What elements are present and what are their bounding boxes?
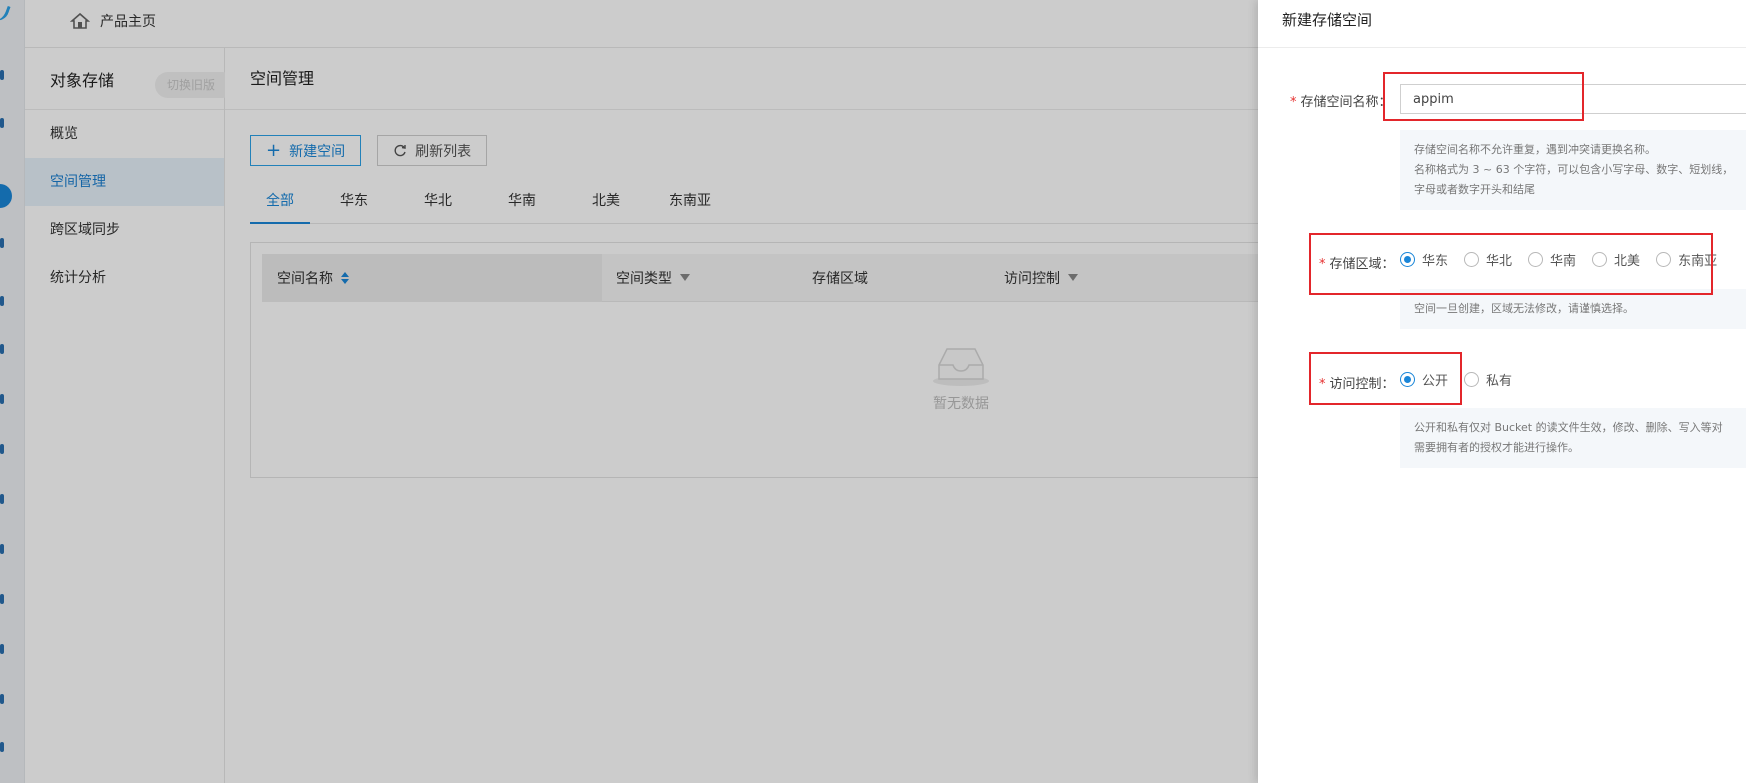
- radio-icon: [1464, 372, 1480, 387]
- access-control-hint-line: 需要拥有者的授权才能进行操作。: [1414, 441, 1579, 454]
- acl-radio-private[interactable]: 私有: [1464, 370, 1512, 389]
- access-control-hint-line: 公开和私有仅对 Bucket 的读文件生效，修改、删除、写入等对: [1414, 421, 1723, 434]
- bucket-name-hint-line: 字母或者数字开头和结尾: [1414, 183, 1535, 196]
- bucket-name-label-text: 存储空间名称：: [1300, 95, 1392, 110]
- modal-mask[interactable]: [0, 0, 1258, 783]
- highlight-box-name: [1383, 72, 1584, 121]
- storage-region-hint-line: 空间一旦创建，区域无法修改，请谨慎选择。: [1414, 302, 1634, 315]
- acl-option-label: 私有: [1486, 374, 1513, 389]
- access-control-hint: 公开和私有仅对 Bucket 的读文件生效，修改、删除、写入等对 需要拥有者的授…: [1400, 408, 1746, 468]
- drawer-title: 新建存储空间: [1258, 0, 1746, 48]
- bucket-name-hint-line: 存储空间名称不允许重复，遇到冲突请更换名称。: [1414, 143, 1656, 156]
- required-mark: *: [1290, 95, 1297, 110]
- highlight-box-acl: [1309, 352, 1462, 405]
- bucket-name-hint: 存储空间名称不允许重复，遇到冲突请更换名称。 名称格式为 3 ~ 63 个字符，…: [1400, 130, 1746, 210]
- bucket-name-hint-line: 名称格式为 3 ~ 63 个字符，可以包含小写字母、数字、短划线，: [1414, 163, 1734, 176]
- bucket-name-label: * 存储空间名称：: [1290, 91, 1392, 110]
- highlight-box-region: [1309, 233, 1713, 295]
- create-bucket-drawer: 新建存储空间 *存储空间名称： 存储空间名称不允许重复，遇到冲突请更换名称。 名…: [1258, 0, 1746, 783]
- storage-region-hint: 空间一旦创建，区域无法修改，请谨慎选择。: [1400, 289, 1746, 329]
